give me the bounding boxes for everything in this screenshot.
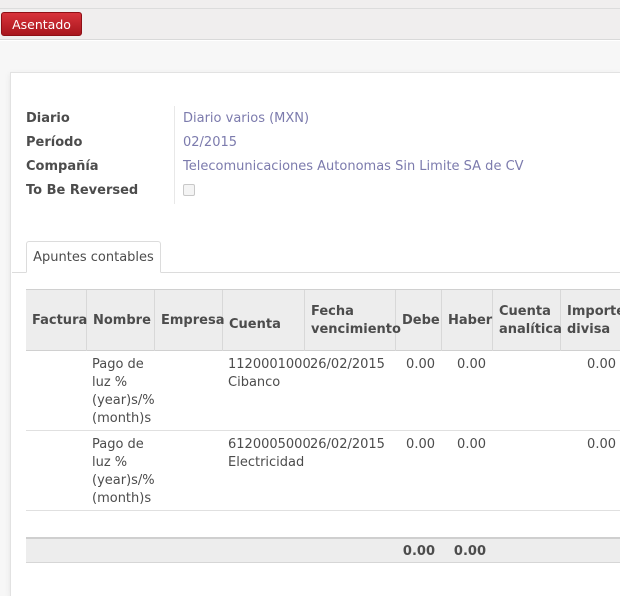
account-code: 1120001000 (228, 357, 311, 372)
name-cell: Pago de luz % (year)s/% (month)s (92, 436, 155, 508)
account-name: Electricidad (228, 455, 305, 470)
name-cell: Pago de luz % (year)s/% (month)s (92, 356, 155, 428)
state-badge-posted: Asentado (1, 12, 82, 36)
name-line: luz % (92, 375, 128, 390)
name-line: (month)s (92, 491, 152, 506)
field-divider (174, 106, 175, 204)
status-bar: Asentado (0, 0, 620, 40)
credit-cell: 0.00 (457, 437, 486, 452)
account-name: Cibanco (228, 375, 281, 390)
header-label: Cuenta (229, 316, 281, 332)
debit-cell: 0.00 (406, 437, 435, 452)
header-label: Debe (402, 312, 440, 328)
name-line: Pago de (92, 357, 144, 372)
tab-label: Apuntes contables (33, 249, 154, 265)
column-header-due-date[interactable]: Fecha vencimiento (305, 290, 401, 351)
table-footer-totals: 0.00 0.00 (26, 537, 620, 563)
header-label: Haber (448, 312, 493, 328)
name-line: (year)s/% (92, 473, 155, 488)
company-label: Compañía (26, 159, 99, 174)
period-link[interactable]: 02/2015 (183, 135, 237, 150)
tab-journal-items[interactable]: Apuntes contables (26, 241, 161, 273)
total-credit: 0.00 (453, 544, 486, 559)
column-header-analytic-account[interactable]: Cuenta analítica (493, 290, 562, 351)
header-label-line: Fecha (311, 303, 354, 319)
header-label-line: Importe (567, 303, 620, 319)
company-link[interactable]: Telecomunicaciones Autonomas Sin Limite … (183, 159, 524, 174)
table-header: Factura Nombre Empresa Cuenta Fecha venci… (26, 289, 620, 351)
header-label: Nombre (93, 312, 151, 328)
account-cell: 6120005000 Electricidad (228, 436, 311, 472)
header-label-line: divisa (567, 321, 611, 337)
header-label-line: analítica (499, 321, 562, 337)
credit-cell: 0.00 (457, 357, 486, 372)
header-label: Fecha vencimiento (311, 303, 401, 339)
column-header-partner[interactable]: Empresa (155, 290, 225, 351)
account-code: 6120005000 (228, 437, 311, 452)
table-row[interactable]: Pago de luz % (year)s/% (month)s 6120005… (26, 431, 620, 511)
header-label-line: vencimiento (311, 321, 401, 337)
due-date-cell: 26/02/2015 (310, 437, 385, 452)
column-header-credit[interactable]: Haber (442, 290, 493, 351)
amount-currency-cell: 0.00 (587, 437, 616, 452)
name-line: (month)s (92, 411, 152, 426)
column-header-account[interactable]: Cuenta (223, 290, 305, 351)
name-line: Pago de (92, 437, 144, 452)
total-debit: 0.00 (402, 544, 435, 559)
amount-currency-cell: 0.00 (587, 357, 616, 372)
debit-cell: 0.00 (406, 357, 435, 372)
journal-link[interactable]: Diario varios (MXN) (183, 111, 309, 126)
header-label: Importe divisa (567, 303, 620, 339)
header-label: Empresa (161, 312, 225, 328)
journal-label: Diario (26, 111, 70, 126)
column-header-amount-currency[interactable]: Importe divisa (561, 290, 620, 351)
table-row[interactable]: Pago de luz % (year)s/% (month)s 1120001… (26, 351, 620, 431)
header-label-line: Cuenta (499, 303, 551, 319)
name-line: luz % (92, 455, 128, 470)
account-cell: 1120001000 Cibanco (228, 356, 311, 392)
name-line: (year)s/% (92, 393, 155, 408)
period-label: Período (26, 135, 83, 150)
to-be-reversed-label: To Be Reversed (26, 183, 139, 198)
header-label: Factura (32, 312, 88, 328)
column-header-name[interactable]: Nombre (87, 290, 155, 351)
due-date-cell: 26/02/2015 (310, 357, 385, 372)
empty-row (26, 511, 620, 537)
to-be-reversed-checkbox[interactable] (183, 184, 195, 196)
column-header-invoice[interactable]: Factura (26, 290, 87, 351)
header-label: Cuenta analítica (499, 303, 562, 339)
column-header-debit[interactable]: Debe (396, 290, 442, 351)
